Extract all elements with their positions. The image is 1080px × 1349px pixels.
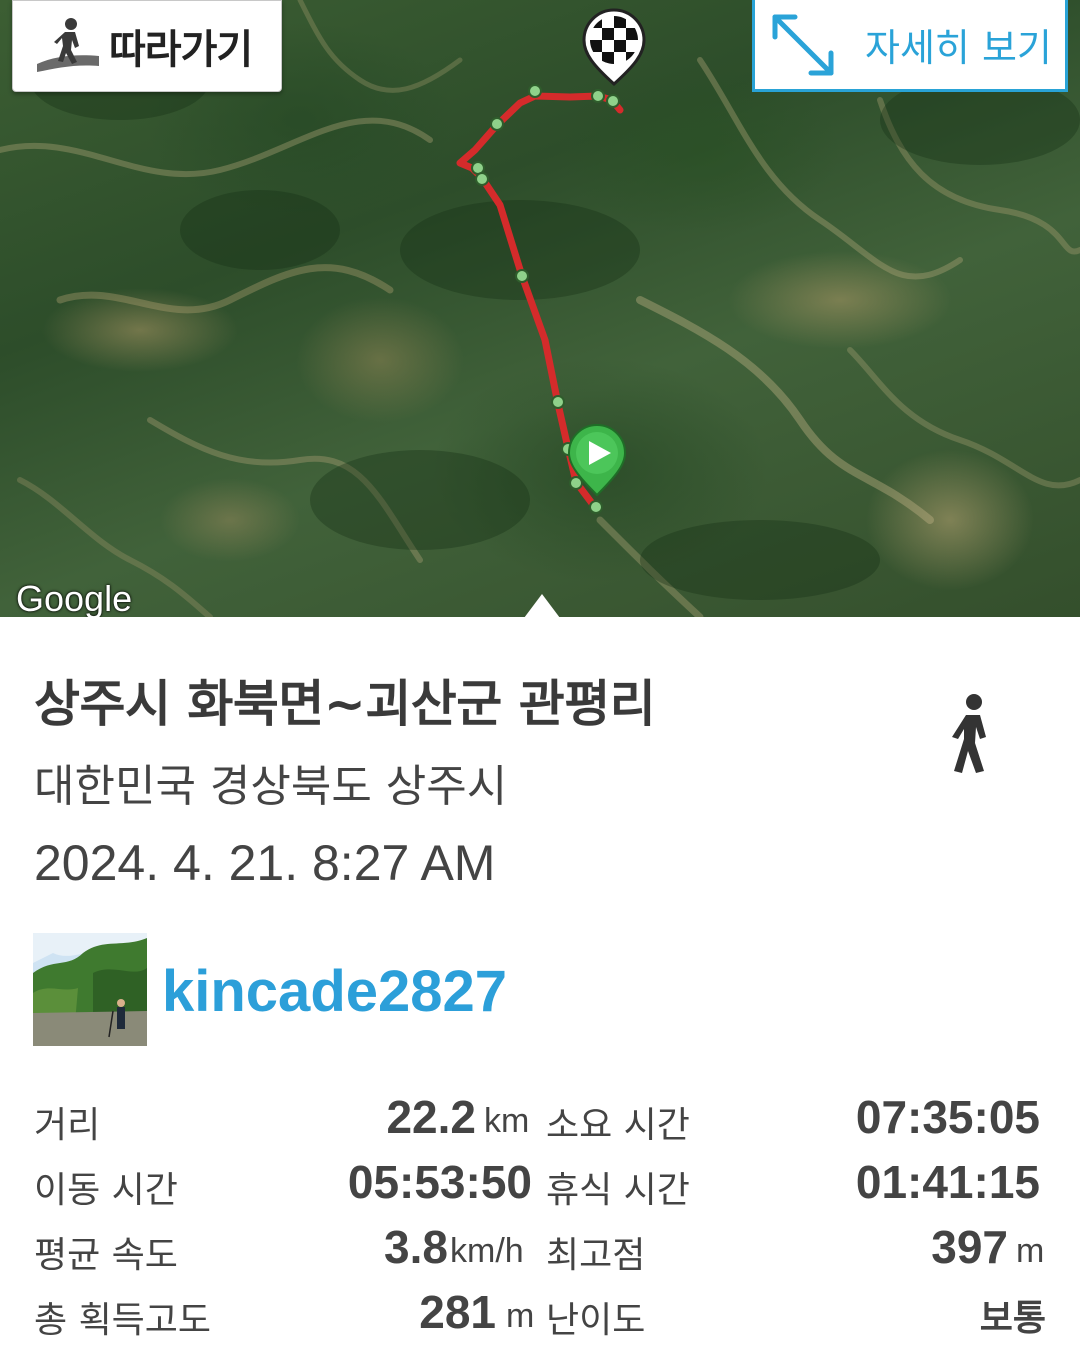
difficulty-value: 보통: [979, 1298, 1046, 1339]
total-gain-unit: m: [506, 1297, 535, 1335]
stats-row: 총 획득고도 281 m 난이도 보통: [0, 1285, 1080, 1345]
waypoint: [551, 395, 565, 409]
rest-time-label: 휴식 시간: [546, 1170, 690, 1211]
expand-arrows-icon: [772, 14, 834, 75]
google-attribution: Google: [16, 578, 133, 617]
checkered-flag-icon: [582, 8, 646, 87]
trip-datetime: 2024. 4. 21. 8:27 AM: [34, 835, 496, 891]
route-overlay: [456, 8, 646, 514]
username-link[interactable]: kincade2827: [162, 958, 507, 1025]
max-elevation-label: 최고점: [546, 1235, 646, 1276]
rest-time-value: 01:41:15: [855, 1156, 1040, 1208]
view-details-label: 자세히 보기: [865, 26, 1052, 70]
callout-pointer: [524, 594, 560, 617]
avg-speed-label: 평균 속도: [34, 1235, 178, 1276]
follow-button[interactable]: 따라가기: [12, 0, 282, 92]
moving-time-value: 05:53:50: [347, 1156, 532, 1208]
avg-speed-value: 3.8: [384, 1221, 448, 1273]
stats-row: 평균 속도 3.8 km/h 최고점 397 m: [0, 1220, 1080, 1280]
total-time-value: 07:35:05: [855, 1091, 1040, 1143]
avg-speed-unit: km/h: [450, 1232, 524, 1270]
total-time-label: 소요 시간: [546, 1105, 690, 1146]
waypoint: [569, 476, 583, 490]
total-gain-label: 총 획득고도: [34, 1300, 212, 1341]
hiker-follow-icon: [37, 18, 99, 72]
walking-person-icon: [952, 694, 986, 773]
follow-label: 따라가기: [109, 27, 253, 73]
max-elevation-value: 397: [931, 1221, 1008, 1273]
trip-title: 상주시 화북면~괴산군 관평리: [34, 675, 656, 733]
distance-unit: km: [484, 1102, 530, 1140]
waypoint: [606, 94, 620, 108]
trip-region: 대한민국 경상북도 상주시: [34, 761, 508, 812]
distance-value: 22.2: [386, 1091, 476, 1143]
waypoint: [475, 172, 489, 186]
stats-row: 이동 시간 05:53:50 휴식 시간 01:41:15: [0, 1155, 1080, 1215]
moving-time-label: 이동 시간: [34, 1170, 178, 1211]
view-details-button[interactable]: 자세히 보기: [752, 0, 1068, 92]
total-gain-value: 281: [419, 1286, 496, 1338]
waypoint: [528, 84, 542, 98]
route-map[interactable]: 따라가기 자세히 보기 Google: [0, 0, 1080, 617]
waypoint: [591, 89, 605, 103]
waypoint: [515, 269, 529, 283]
user-avatar-photo[interactable]: [33, 933, 147, 1046]
difficulty-label: 난이도: [546, 1300, 646, 1341]
max-elevation-unit: m: [1016, 1232, 1045, 1270]
waypoint: [589, 500, 603, 514]
waypoint: [490, 117, 504, 131]
distance-label: 거리: [34, 1105, 101, 1146]
stats-row: 거리 22.2 km 소요 시간 07:35:05: [0, 1090, 1080, 1150]
